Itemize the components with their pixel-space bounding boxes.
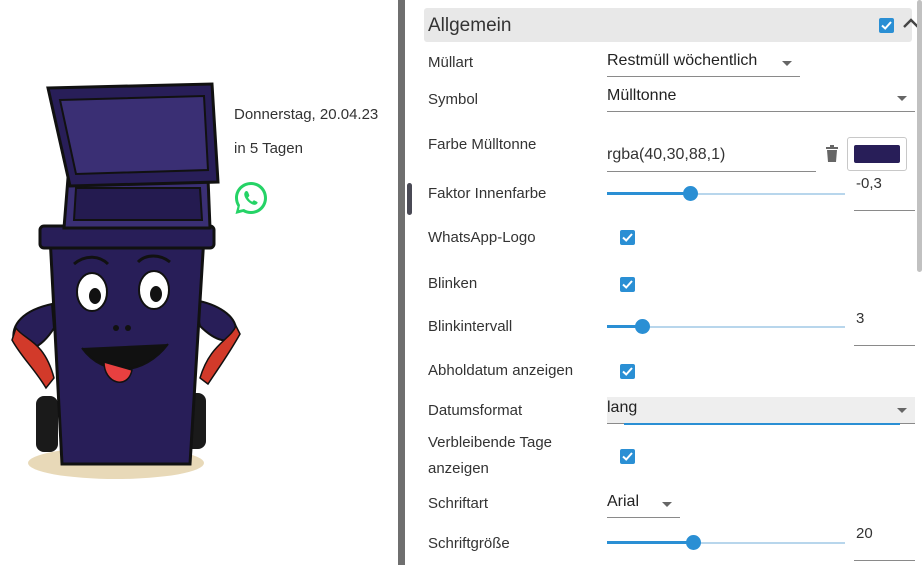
label-datumsformat: Datumsformat (428, 402, 523, 419)
muellart-value: Restmüll wöchentlich (607, 52, 758, 69)
chevron-down-icon (662, 502, 672, 507)
panel-scrollbar[interactable] (917, 0, 922, 272)
label-farbe: Farbe Mülltonne (428, 136, 537, 153)
schriftgroesse-value: 20 (856, 525, 873, 542)
label-schriftart: Schriftart (428, 495, 489, 512)
schriftart-select[interactable]: Arial (607, 491, 680, 518)
label-verbleibende-line1: Verbleibende Tage (428, 434, 552, 451)
whatsapp-icon (235, 182, 267, 214)
whatsapp-checkbox[interactable] (620, 230, 635, 245)
section-title: Allgemein (428, 15, 512, 36)
datumsformat-select[interactable]: lang (607, 397, 915, 424)
muellart-select[interactable]: Restmüll wöchentlich (607, 50, 800, 77)
blinken-checkbox[interactable] (620, 277, 635, 292)
symbol-select[interactable]: Mülltonne (607, 85, 915, 112)
days-remaining-text: in 5 Tagen (234, 140, 303, 157)
verbleibende-checkbox[interactable] (620, 449, 635, 464)
widget-preview: Donnerstag, 20.04.23 in 5 Tagen (0, 0, 398, 565)
schriftgroesse-slider[interactable] (607, 533, 845, 553)
label-whatsapp: WhatsApp-Logo (428, 229, 536, 246)
faktor-slider[interactable] (607, 184, 845, 204)
schriftart-value: Arial (607, 493, 640, 510)
splitter-handle[interactable] (407, 183, 412, 215)
app-root: Donnerstag, 20.04.23 in 5 Tagen Allgemei… (0, 0, 922, 565)
section-header-allgemein[interactable]: Allgemein (424, 8, 919, 42)
chevron-down-icon (782, 61, 792, 66)
section-enabled-checkbox[interactable] (879, 18, 894, 33)
label-faktor: Faktor Innenfarbe (428, 185, 547, 202)
color-picker-button[interactable] (847, 137, 907, 171)
chevron-down-icon (897, 408, 907, 413)
faktor-value: -0,3 (856, 175, 882, 192)
faktor-input[interactable]: -0,3 (854, 175, 915, 211)
panel-splitter[interactable] (398, 0, 405, 565)
trash-icon[interactable] (824, 145, 840, 163)
slider-track (607, 541, 693, 544)
settings-panel: Allgemein Müllart Restmüll wöchentlich S… (414, 0, 922, 565)
abholdatum-checkbox[interactable] (620, 364, 635, 379)
label-muellart: Müllart (428, 54, 474, 71)
label-blinken: Blinken (428, 275, 478, 292)
slider-track (607, 192, 690, 195)
datumsformat-value: lang (607, 399, 638, 416)
trash-bin-mascot-image (11, 82, 241, 479)
slider-thumb[interactable] (635, 319, 650, 334)
label-verbleibende-line2: anzeigen (428, 460, 489, 477)
label-symbol: Symbol (428, 91, 479, 108)
color-value: rgba(40,30,88,1) (607, 146, 726, 163)
label-schriftgroesse: Schriftgröße (428, 535, 510, 552)
symbol-value: Mülltonne (607, 87, 677, 104)
blinkintervall-value: 3 (856, 310, 865, 327)
color-swatch (854, 145, 900, 163)
blinkintervall-input[interactable]: 3 (854, 310, 915, 346)
label-blinkintervall: Blinkintervall (428, 318, 513, 335)
blinkintervall-slider[interactable] (607, 317, 845, 337)
chevron-down-icon (897, 96, 907, 101)
label-abholdatum: Abholdatum anzeigen (428, 362, 574, 379)
pickup-date-text: Donnerstag, 20.04.23 (234, 106, 379, 123)
color-value-input[interactable]: rgba(40,30,88,1) (607, 142, 816, 172)
focus-underline (624, 423, 900, 425)
slider-thumb[interactable] (686, 535, 701, 550)
slider-thumb[interactable] (683, 186, 698, 201)
schriftgroesse-input[interactable]: 20 (854, 525, 915, 561)
